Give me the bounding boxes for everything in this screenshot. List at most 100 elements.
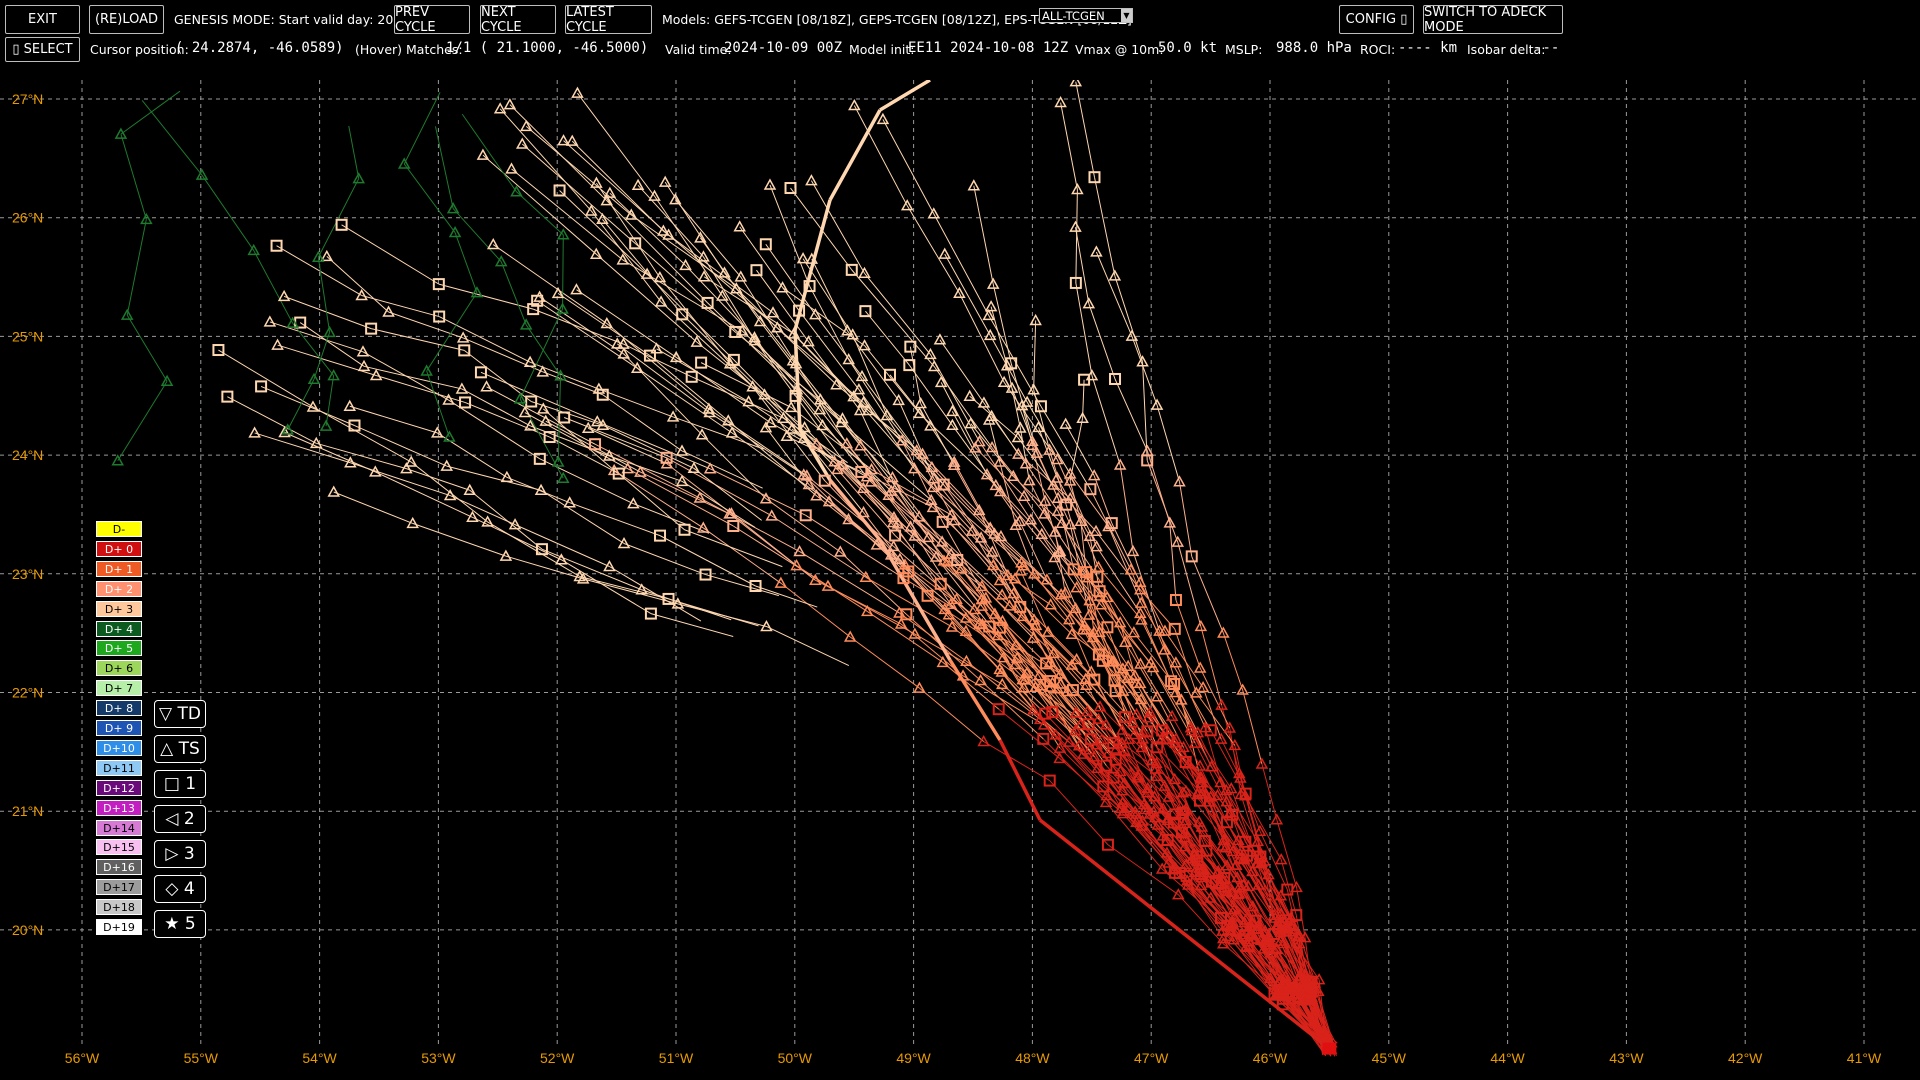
mslp-label: MSLP: [1225, 42, 1263, 57]
track-marker-triangle [963, 389, 976, 401]
model-init-value: EE11 2024-10-08 12Z [908, 40, 1069, 56]
track-segment [958, 293, 1005, 383]
lon-tick-label: 47°W [1134, 1050, 1169, 1066]
track-marker-triangle [320, 249, 334, 262]
track-segment [929, 425, 955, 463]
track-segment [253, 250, 294, 324]
track-segment [388, 311, 464, 339]
track-segment [452, 208, 502, 263]
track-segment [864, 272, 931, 355]
track-segment [505, 555, 584, 580]
lon-tick-label: 43°W [1609, 1050, 1644, 1066]
track-segment [482, 154, 597, 255]
track-marker-triangle [570, 283, 583, 295]
track-segment [672, 416, 764, 450]
track-marker-triangle [480, 380, 493, 392]
legend-day-13: D+12 [96, 779, 142, 796]
track-segment [563, 417, 667, 459]
mean-track-segment [948, 659, 1002, 741]
track-marker-triangle [503, 98, 517, 110]
track-marker-triangle [557, 134, 570, 146]
legend-day-3: D+ 2 [96, 580, 142, 597]
track-marker-triangle [486, 237, 500, 250]
track-marker-triangle [248, 426, 261, 438]
track-segment [858, 389, 915, 469]
track-segment [412, 522, 507, 557]
roci-label: ROCI: [1360, 42, 1396, 57]
track-segment [755, 585, 818, 608]
select-button[interactable]: ▯ SELECT [5, 37, 80, 62]
track-segment [623, 543, 706, 576]
track-marker-triangle [697, 270, 711, 282]
track-segment [703, 527, 782, 584]
prev-cycle-button[interactable]: PREV CYCLE [394, 5, 470, 35]
track-marker-triangle [271, 338, 284, 350]
legend-day-12: D+11 [96, 759, 142, 776]
track-segment [1114, 378, 1148, 452]
track-segment [627, 468, 734, 527]
track-segment [659, 535, 756, 587]
track-segment [909, 346, 922, 404]
track-segment [979, 441, 1032, 521]
legend-day-16: D+15 [96, 839, 142, 856]
track-segment [705, 574, 780, 597]
track-segment [906, 205, 960, 294]
legend-day-1: D+ 0 [96, 540, 142, 557]
track-segment [1242, 689, 1263, 765]
legend-day-20: D+19 [96, 919, 142, 935]
next-cycle-button[interactable]: NEXT CYCLE [480, 5, 556, 35]
track-marker-triangle [596, 212, 609, 225]
track-segment [1095, 251, 1133, 337]
track-marker-triangle [1059, 417, 1072, 429]
track-segment [882, 119, 935, 214]
track-marker-triangle [631, 178, 645, 191]
track-segment [1191, 556, 1224, 634]
model-select-value: ALL-TCGEN [1042, 9, 1105, 23]
track-segment [201, 174, 255, 251]
track-segment [117, 381, 168, 461]
exit-button[interactable]: EXIT [5, 5, 80, 34]
cursor-position-label: Cursor position: [90, 42, 189, 57]
track-segment [771, 515, 867, 578]
lon-tick-label: 50°W [778, 1050, 813, 1066]
track-marker-triangle [1090, 245, 1103, 257]
legend-day-10: D+ 9 [96, 720, 142, 736]
track-map[interactable]: 56°W 55°W 54°W 53°W 52°W 51°W 50°W 49°W 48°W 47°W… [0, 80, 1920, 1080]
reload-button[interactable]: (RE)LOAD [89, 5, 164, 34]
lat-tick-label: 23°N [12, 566, 43, 582]
isobar-delta-value: --- [1534, 40, 1560, 56]
track-segment [849, 636, 920, 689]
track-marker-triangle [876, 112, 890, 125]
track-segment [519, 308, 564, 400]
legend-category-inverted-triangle-icon: ▽ TD [154, 700, 206, 728]
latest-cycle-button[interactable]: LATEST CYCLE [565, 5, 652, 35]
track-segment [120, 90, 181, 135]
chevron-down-icon[interactable]: ▼ [1121, 9, 1132, 22]
legend-category-right-triangle-icon: ▷ 3 [154, 840, 206, 868]
legend-day-19: D+18 [96, 899, 142, 916]
track-segment [765, 498, 841, 553]
track-segment [350, 462, 451, 497]
lon-tick-label: 56°W [65, 1050, 100, 1066]
lon-tick-label: 51°W [659, 1050, 694, 1066]
legend-day-0: D- [96, 521, 142, 537]
legend-day-18: D+17 [96, 879, 142, 896]
legend-day-7: D+ 6 [96, 660, 142, 677]
track-marker-triangle [537, 402, 550, 414]
track-segment [1088, 303, 1116, 380]
track-segment [287, 379, 315, 431]
legend-day-9: D+ 8 [96, 700, 142, 717]
switch-adeck-mode-button[interactable]: SWITCH TO ADECK MODE [1423, 5, 1563, 35]
track-marker-triangle [263, 315, 277, 327]
track-segment [681, 450, 763, 489]
track-segment [438, 283, 534, 310]
track-marker-triangle [650, 342, 663, 354]
track-segment [313, 332, 331, 380]
track-segment [766, 626, 850, 667]
track-segment [988, 419, 1001, 463]
legend-category-triangle-icon: △ TS [154, 735, 206, 763]
config-button[interactable]: CONFIG ▯ [1339, 5, 1414, 34]
track-marker-triangle [658, 175, 672, 187]
track-segment [780, 582, 851, 638]
model-select[interactable]: ALL-TCGEN ▼ [1039, 8, 1133, 23]
